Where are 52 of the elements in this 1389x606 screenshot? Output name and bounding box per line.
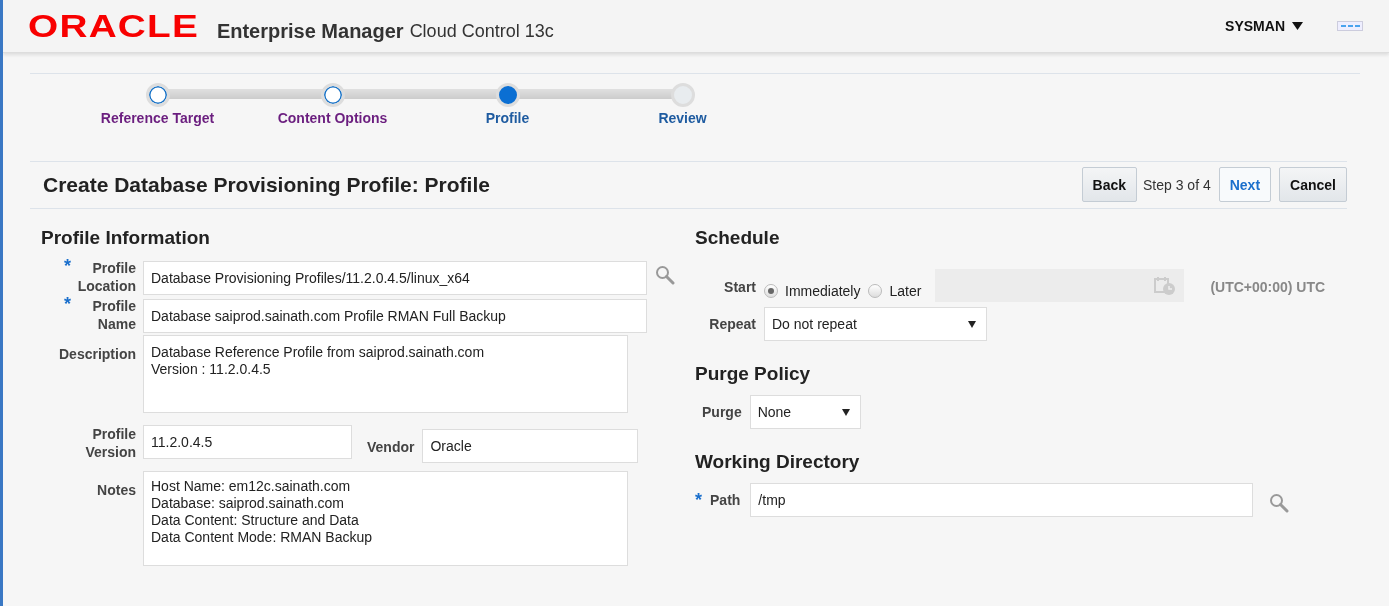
field-label: Purge — [702, 404, 742, 420]
next-button[interactable]: Next — [1218, 167, 1272, 202]
description-textarea[interactable]: Database Reference Profile from saiprod.sainath.com Version : 11.2.0.4.5 — [143, 335, 628, 413]
caret-icon — [1292, 22, 1303, 30]
section-heading: Schedule — [695, 227, 781, 249]
step-link[interactable]: Content Options — [277, 110, 388, 126]
field-label: Start — [723, 279, 756, 295]
text-field[interactable]: 11.2.0.4.5 — [143, 425, 352, 459]
text-field[interactable]: Database saiprod.sainath.com Profile RMAN Full Backup — [143, 299, 647, 333]
radio-option[interactable]: Immediately — [764, 283, 861, 299]
caret-icon — [968, 320, 976, 328]
required-mark: * — [64, 259, 71, 278]
field-label: Profile Location — [76, 259, 136, 295]
text-field[interactable]: Oracle — [422, 429, 639, 463]
more-icon[interactable] — [1337, 21, 1363, 31]
field-label: Repeat — [708, 316, 756, 332]
field-label: Notes — [97, 481, 136, 499]
radio-option[interactable]: Later — [868, 283, 922, 299]
step-link[interactable]: Review — [658, 110, 707, 126]
search-icon[interactable] — [1269, 493, 1290, 513]
logo: ORACLE — [28, 10, 200, 42]
field-label: Profile Version — [84, 425, 136, 461]
notes-textarea[interactable]: Host Name: em12c.sainath.com Database: saiprod.sainath.com Data Content: Structure and Data Data Content Mode: RMAN Backup — [143, 471, 628, 566]
user-menu[interactable]: SYSMAN — [1225, 18, 1303, 34]
field-label: Path — [710, 492, 741, 508]
step-marker[interactable] — [670, 83, 695, 107]
timezone-label: (UTC+00:00) UTC — [1210, 279, 1326, 295]
step-link[interactable]: Profile — [485, 110, 530, 126]
step-marker[interactable] — [495, 83, 520, 107]
step-indicator: Step 3 of 4 — [1143, 176, 1211, 193]
repeat-select[interactable]: Do not repeat — [764, 307, 987, 341]
product-name: Enterprise Manager — [216, 19, 404, 43]
page-title: Create Database Provisioning Profile: Profile — [43, 172, 490, 197]
caret-icon — [841, 408, 850, 416]
section-heading: Profile Information — [41, 227, 211, 249]
field-label: Profile Name — [91, 297, 136, 333]
field-label: Vendor — [367, 438, 415, 456]
step-marker[interactable] — [145, 83, 170, 107]
purge-select[interactable]: None — [749, 395, 861, 429]
step-link[interactable]: Reference Target — [100, 110, 215, 126]
back-button[interactable]: Back — [1081, 167, 1137, 202]
section-heading: Purge Policy — [695, 363, 812, 385]
search-icon[interactable] — [655, 265, 675, 285]
step-marker[interactable] — [320, 83, 345, 107]
path-field[interactable]: /tmp — [750, 483, 1254, 517]
section-heading: Working Directory — [695, 451, 861, 473]
required-mark: * — [64, 297, 71, 316]
text-field[interactable]: Database Provisioning Profiles/11.2.0.4.5/linux_x64 — [143, 261, 647, 295]
required-mark: * — [695, 493, 702, 507]
product-edition: Cloud Control 13c — [409, 20, 554, 42]
cancel-button[interactable]: Cancel — [1279, 167, 1347, 202]
field-label: Description — [59, 345, 136, 363]
